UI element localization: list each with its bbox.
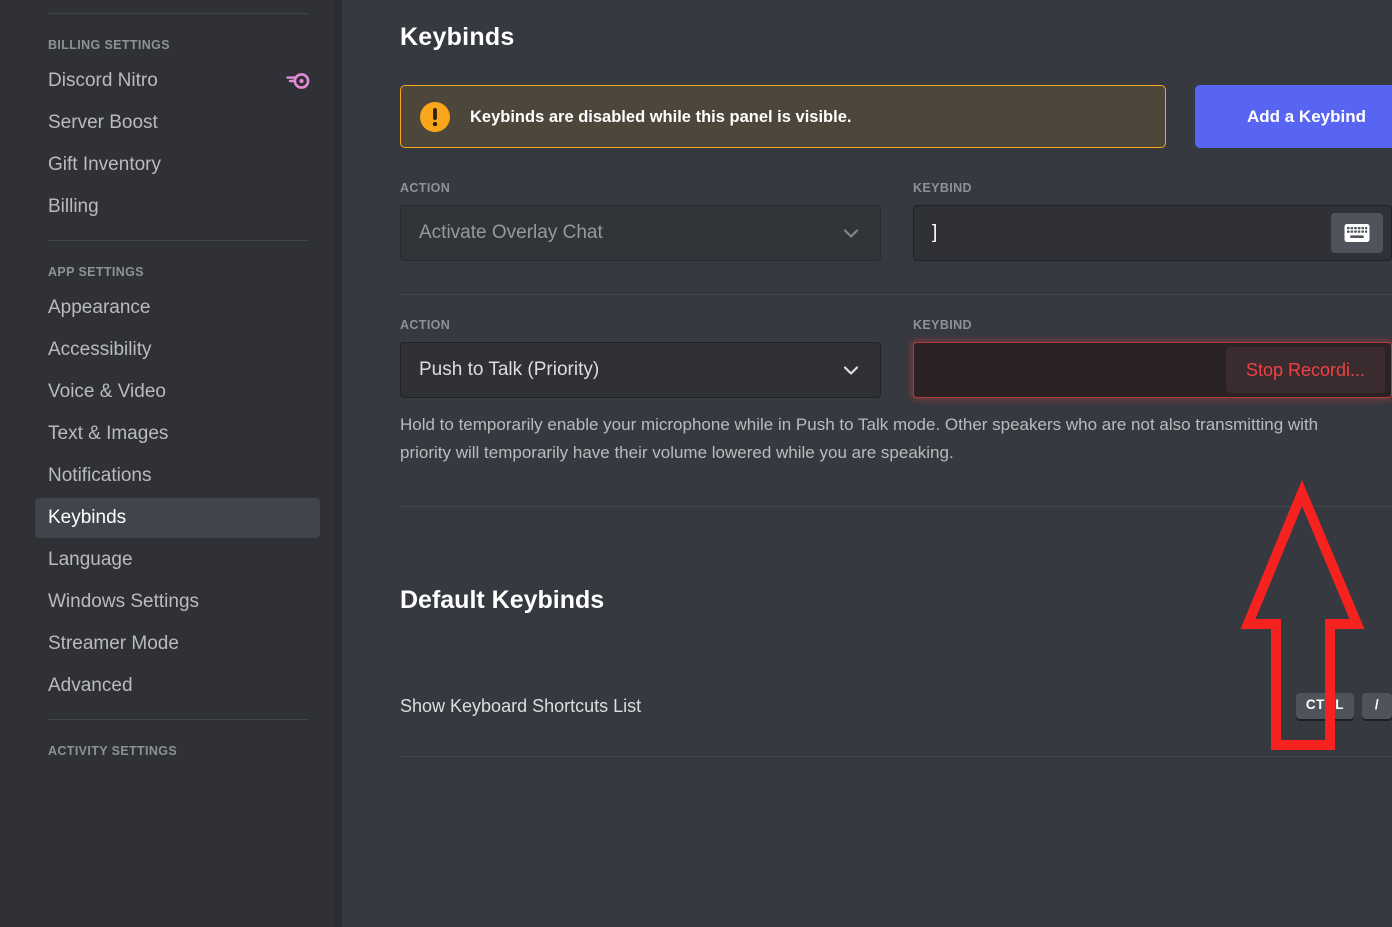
keybind-section-divider [400,506,1392,507]
shortcut-keys: CTRL / [1295,693,1392,719]
shortcut-row-divider [400,756,1392,757]
sidebar-item-label: Advanced [48,675,133,696]
sidebar-item-label: Streamer Mode [48,633,179,654]
action-label: ACTION [400,181,451,195]
keybinds-settings-panel: Keybinds Keybinds are disabled while thi… [342,0,1392,927]
action-select-value: Activate Overlay Chat [419,222,603,243]
sidebar-item-appearance[interactable]: Appearance [35,288,320,328]
sidebar-item-discord-nitro[interactable]: Discord Nitro [35,61,320,101]
sidebar-top-divider [48,13,309,14]
shortcut-label: Show Keyboard Shortcuts List [400,696,642,716]
sidebar-item-label: Server Boost [48,112,158,133]
nitro-boost-icon [286,71,310,91]
keybind-input-push-to-talk[interactable]: Stop Recordi... [913,342,1392,398]
sidebar-item-label: Voice & Video [48,381,166,402]
notice-text: Keybinds are disabled while this panel i… [470,107,852,126]
sidebar-item-keybinds[interactable]: Keybinds [35,498,320,538]
sidebar-item-accessibility[interactable]: Accessibility [35,330,320,370]
push-to-talk-description: Hold to temporarily enable your micropho… [400,415,1319,462]
keycap-slash: / [1362,693,1392,719]
shortcut-row-show-keyboard-shortcuts: Show Keyboard Shortcuts List CTRL / [400,693,1392,719]
sidebar-item-label: Billing [48,196,99,217]
sidebar-item-label: Keybinds [48,507,127,528]
stop-recording-button[interactable]: Stop Recordi... [1225,347,1385,393]
keybind-row-1-keybind-column: KEYBIND ] [913,180,1392,261]
keybind-row-2: ACTION Push to Talk (Priority) KEYBIND S… [400,317,1392,398]
keybind-value: ] [932,222,938,243]
sidebar-section-header-app: APP SETTINGS [48,265,144,279]
record-keybind-button[interactable] [1331,213,1383,253]
action-select-overlay-chat[interactable]: Activate Overlay Chat [400,205,881,261]
sidebar-section-header-billing: BILLING SETTINGS [48,38,170,52]
keybind-row-2-keybind-column: KEYBIND Stop Recordi... [913,317,1392,398]
keybinds-disabled-notice: Keybinds are disabled while this panel i… [400,85,1166,148]
sidebar-item-text-and-images[interactable]: Text & Images [35,414,320,454]
sidebar-divider-app [48,240,309,241]
settings-sidebar: BILLING SETTINGS Discord Nitro Server Bo… [0,0,333,927]
sidebar-item-label: Accessibility [48,339,152,360]
keybind-row-2-action-column: ACTION Push to Talk (Priority) [400,317,881,398]
notice-and-add-row: Keybinds are disabled while this panel i… [400,85,1392,148]
warning-icon [419,101,451,133]
default-keybinds-title: Default Keybinds [400,586,605,614]
keybind-row-divider-1 [400,294,1392,295]
sidebar-item-label: Appearance [48,297,151,318]
keyboard-icon [1344,223,1370,243]
sidebar-item-language[interactable]: Language [35,540,320,580]
sidebar-item-windows-settings[interactable]: Windows Settings [35,582,320,622]
add-keybind-button[interactable]: Add a Keybind [1195,85,1392,148]
discord-settings-window: BILLING SETTINGS Discord Nitro Server Bo… [0,0,1392,927]
sidebar-item-server-boost[interactable]: Server Boost [35,103,320,143]
keycap-ctrl: CTRL [1295,693,1354,719]
keybind-row-1: ACTION Activate Overlay Chat KEYBIND ] [400,180,1392,261]
sidebar-content-gutter [333,0,342,927]
sidebar-divider-activity [48,719,309,720]
chevron-down-icon [840,359,862,381]
action-select-value: Push to Talk (Priority) [419,359,600,380]
sidebar-item-label: Notifications [48,465,152,486]
sidebar-section-header-activity: ACTIVITY SETTINGS [48,744,178,758]
page-title: Keybinds [400,23,515,51]
sidebar-item-label: Gift Inventory [48,154,161,175]
sidebar-item-billing[interactable]: Billing [35,187,320,227]
sidebar-item-voice-and-video[interactable]: Voice & Video [35,372,320,412]
sidebar-item-notifications[interactable]: Notifications [35,456,320,496]
keybind-input-overlay-chat[interactable]: ] [913,205,1392,261]
action-label: ACTION [400,318,451,332]
keybind-row-1-action-column: ACTION Activate Overlay Chat [400,180,881,261]
sidebar-item-gift-inventory[interactable]: Gift Inventory [35,145,320,185]
sidebar-item-label: Language [48,549,133,570]
keybind-list: ACTION Activate Overlay Chat KEYBIND ] A… [400,180,1392,507]
chevron-down-icon [840,222,862,244]
keybind-label: KEYBIND [913,318,972,332]
sidebar-item-streamer-mode[interactable]: Streamer Mode [35,624,320,664]
keybind-label: KEYBIND [913,181,972,195]
sidebar-item-label: Text & Images [48,423,169,444]
sidebar-item-label: Windows Settings [48,591,200,612]
sidebar-item-label: Discord Nitro [48,70,158,91]
action-select-push-to-talk[interactable]: Push to Talk (Priority) [400,342,881,398]
sidebar-item-advanced[interactable]: Advanced [35,666,320,706]
